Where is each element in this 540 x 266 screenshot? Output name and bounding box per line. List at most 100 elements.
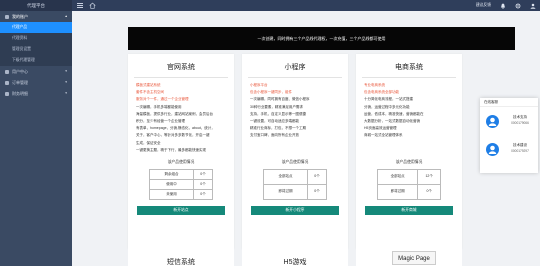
feature-item: 模板式建站系统: [136, 83, 161, 87]
divider: [248, 77, 342, 78]
sidebar-group-finance[interactable]: 财务明细 ▾: [0, 88, 72, 99]
magic-page-label[interactable]: Magic Page: [392, 251, 436, 265]
feature-item: 30种行业要素，精准满足用户需求: [250, 104, 303, 109]
feature-item: 一次编辑，手机多端都能使用: [136, 104, 182, 109]
sidebar-group-label: 用户中心: [12, 69, 28, 74]
feature-item: 大数据分析，一站式数据自动化营销: [364, 119, 420, 124]
home-icon[interactable]: [89, 2, 96, 9]
sidebar-group-user-center[interactable]: 用户中心 ▾: [0, 66, 72, 77]
settings-icon[interactable]: [515, 3, 521, 9]
feature-item: 积分，至少有经营一个企业管理: [136, 119, 185, 124]
sidebar-item-sub-agents[interactable]: 下级代理管理: [0, 55, 72, 66]
online-service-panel: 在线客服 技术支持 0000179066 技术建设 0000179297: [480, 98, 538, 173]
user-icon[interactable]: [530, 3, 536, 9]
sidebar-group-label: 订单管理: [12, 80, 28, 85]
table-row: 未使用 0个: [148, 189, 213, 201]
card-title: H5游戏: [283, 259, 307, 266]
product-card-ecommerce: 电商系统 专业电商系统 包含电商系统全部功能 十分简化电商流程，一站式搭建 分销…: [356, 54, 462, 249]
table-row: 使用中 0个: [148, 179, 213, 191]
feature-item: 十分简化电商流程，一站式搭建: [364, 97, 413, 102]
usage-table: 剩余组合 0个 使用中 0个 未使用 0个: [148, 169, 213, 201]
divider: [362, 77, 456, 78]
agent-avatar-icon: [486, 143, 499, 156]
feature-item: 分销，运营过程中多元化功能: [364, 104, 410, 109]
feature-list: 模板式建站系统 套件不含主机空间 服务对个一件，通过一个企业管理 一次编辑，手机…: [128, 82, 234, 154]
feature-item: 小程序平台: [250, 83, 268, 87]
bell-icon[interactable]: [500, 3, 506, 9]
feature-item: 包含电商系统全部功能: [364, 90, 399, 95]
feature-item: 支付宝口碑，面向所有企业开放: [250, 133, 299, 138]
usage-title: 该产品使用情况: [281, 159, 309, 164]
sidebar-group-label: 我的账户: [12, 14, 28, 19]
table-cell: 全部站点: [376, 168, 419, 185]
divider: [134, 77, 228, 78]
table-cell: 0个: [417, 183, 441, 200]
sidebar-item-admin-settings[interactable]: 管理员设置: [0, 44, 72, 55]
feature-item: 关于，客户中心，等针对多多数节化，开启一键: [136, 133, 210, 138]
product-card-sms: 短信系统: [128, 248, 234, 266]
product-card-website: 官网系统 模板式建站系统 套件不含主机空间 服务对个一件，通过一个企业管理 一次…: [128, 54, 234, 249]
sidebar-item-agent-profile[interactable]: 代理资料: [0, 33, 72, 44]
product-card-h5-games: H5游戏: [242, 248, 348, 266]
feature-item: 海量模板，提供多行业，建站网站案例，会员后台: [136, 111, 213, 116]
finance-icon: [5, 91, 9, 96]
main-content: 一次创建，同时拥有三个产品线代理权，一次充值，三个产品线都可使用 官网系统 模板…: [72, 11, 540, 266]
table-cell: 即将过期: [376, 183, 419, 200]
feature-item: H5页面高效运营管理: [364, 126, 397, 131]
feedback-link[interactable]: 建议反馈: [476, 3, 491, 8]
agent-name: 技术建设: [513, 143, 527, 147]
feature-item: 服务对个一件，通过一个企业管理: [136, 97, 189, 102]
table-row: 即将过期 0个: [262, 183, 327, 200]
table-row: 剩余组合 0个: [148, 169, 213, 181]
promo-banner: 一次创建，同时拥有三个产品线代理权，一次充值，三个产品线都可使用: [128, 27, 515, 50]
sidebar-group-label: 财务明细: [12, 91, 28, 96]
new-site-button[interactable]: 新开站点: [137, 206, 225, 216]
table-cell: 使用中: [148, 179, 195, 191]
table-cell: 12个: [417, 168, 441, 185]
card-title: 电商系统: [395, 64, 423, 71]
feature-list: 小程序平台 包含小程序一键同步，组件 一次编辑，同时拥有百度、微信小程序 30种…: [242, 82, 348, 140]
table-row: 全部站点 12个: [376, 168, 441, 185]
feature-item: 支持，手机，自定义显示等一图便捷: [250, 111, 306, 116]
table-cell: 0个: [193, 169, 213, 181]
new-mall-button[interactable]: 新开商城: [365, 205, 453, 215]
users-icon: [5, 69, 9, 74]
sidebar-group-my-account[interactable]: 我的账户 ▴: [0, 11, 72, 22]
table-cell: 全部站点: [262, 168, 309, 185]
agent-phone: 0000179297: [511, 149, 529, 153]
feature-item: 一键更换主题，精于下行，最多都能快速实现: [136, 147, 206, 152]
usage-table: 全部站点 0个 即将过期 0个: [262, 168, 327, 200]
sidebar-item-agent-products[interactable]: 代理产品: [0, 22, 72, 33]
orders-icon: [5, 80, 9, 85]
usage-title: 该产品使用情况: [167, 160, 195, 165]
product-card-miniprogram: 小程序 小程序平台 包含小程序一键同步，组件 一次编辑，同时拥有百度、微信小程序…: [242, 54, 348, 249]
agent-name: 技术支持: [513, 115, 527, 119]
card-title: 小程序: [284, 64, 306, 71]
table-cell: 即将过期: [262, 183, 309, 200]
service-agent[interactable]: 技术建设 0000179297: [484, 140, 536, 162]
chevron-down-icon: ▾: [65, 91, 67, 95]
app-logo[interactable]: 代理平台: [0, 0, 72, 11]
menu-toggle-icon[interactable]: [77, 3, 83, 8]
card-title: 短信系统: [167, 259, 195, 266]
new-miniprogram-button[interactable]: 新开小程序: [251, 205, 339, 215]
chevron-down-icon: ▾: [65, 80, 67, 84]
agent-avatar-icon: [486, 115, 499, 128]
top-bar: 代理平台 建议反馈: [0, 0, 540, 11]
usage-title: 该产品使用情况: [395, 159, 423, 164]
usage-table: 全部站点 12个 即将过期 0个: [376, 168, 441, 200]
feature-item: 商城一站式全站管理体系: [364, 133, 403, 138]
sidebar: 我的账户 ▴ 代理产品 代理资料 管理员设置 下级代理管理 用户中心 ▾ 订单管…: [0, 11, 72, 266]
feature-item: 一键设置，可自动适应多端都能: [250, 119, 299, 124]
table-cell: 0个: [307, 183, 327, 200]
table-cell: 0个: [193, 179, 213, 191]
sidebar-group-orders[interactable]: 订单管理 ▾: [0, 77, 72, 88]
feature-item: 运营，低成本，精准快速，营销都能在: [364, 111, 424, 116]
feature-item: 精准行业商标，打包，不想一个工期: [250, 126, 306, 131]
service-agent[interactable]: 技术支持 0000179066: [484, 112, 536, 134]
feature-item: 包含小程序一键同步，组件: [250, 90, 292, 95]
agent-phone: 0000179066: [511, 121, 529, 125]
table-cell: 未使用: [148, 189, 195, 201]
service-title: 在线客服: [480, 98, 538, 107]
feature-item: 一次编辑，同时拥有百度、微信小程序: [250, 97, 310, 102]
